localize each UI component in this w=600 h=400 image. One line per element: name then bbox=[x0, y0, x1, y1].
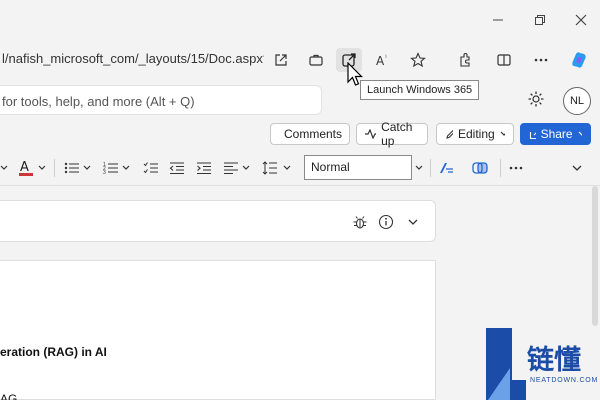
split-screen-icon[interactable] bbox=[491, 48, 517, 72]
comments-button[interactable]: Comments bbox=[270, 123, 350, 145]
expand-ribbon-chevron-icon[interactable] bbox=[572, 157, 582, 179]
style-chevron-down-icon[interactable] bbox=[412, 155, 426, 180]
open-in-new-icon[interactable] bbox=[268, 48, 294, 72]
align-chevron-icon[interactable] bbox=[242, 157, 250, 179]
svg-text:3: 3 bbox=[103, 170, 106, 175]
restore-icon[interactable] bbox=[530, 10, 550, 30]
font-color-chevron-icon[interactable] bbox=[38, 157, 46, 179]
share-button[interactable]: Share bbox=[520, 123, 591, 145]
info-bar bbox=[0, 200, 436, 242]
copilot-icon[interactable] bbox=[566, 48, 592, 72]
catch-up-button[interactable]: Catch up bbox=[356, 120, 428, 148]
editing-mode-button[interactable]: Editing bbox=[436, 123, 514, 145]
increase-indent-icon[interactable] bbox=[196, 157, 212, 179]
line-spacing-icon[interactable] bbox=[262, 157, 278, 179]
info-icon[interactable] bbox=[373, 210, 399, 234]
styles-pane-icon[interactable] bbox=[437, 157, 455, 179]
search-placeholder: for tools, help, and more (Alt + Q) bbox=[2, 94, 195, 109]
favorite-star-icon[interactable] bbox=[405, 48, 431, 72]
copilot-editor-icon[interactable] bbox=[471, 157, 489, 179]
mouse-cursor-icon bbox=[347, 61, 363, 93]
font-color-icon[interactable]: A bbox=[18, 157, 34, 179]
briefcase-icon[interactable] bbox=[303, 48, 329, 72]
document-page[interactable] bbox=[0, 260, 436, 400]
share-label: Share bbox=[540, 127, 573, 141]
more-options-icon[interactable] bbox=[528, 48, 554, 72]
url-field[interactable]: l/nafish_microsoft_com/_layouts/15/Doc.a… bbox=[2, 51, 264, 66]
line-spacing-chevron-icon[interactable] bbox=[283, 157, 291, 179]
divider bbox=[500, 159, 501, 177]
title-bar bbox=[0, 0, 600, 40]
ribbon-toolbar: A 123 Normal bbox=[0, 150, 600, 186]
search-input[interactable]: for tools, help, and more (Alt + Q) bbox=[0, 85, 322, 115]
dropdown-chevron-icon[interactable] bbox=[0, 157, 8, 179]
pencil-icon bbox=[446, 129, 453, 139]
divider bbox=[430, 159, 431, 177]
minimize-icon[interactable] bbox=[488, 10, 508, 30]
scrollbar[interactable] bbox=[592, 186, 598, 326]
pulse-icon bbox=[365, 129, 377, 139]
decrease-indent-icon[interactable] bbox=[169, 157, 185, 179]
avatar[interactable]: NL bbox=[563, 87, 591, 115]
settings-gear-icon[interactable] bbox=[527, 90, 545, 113]
document-text: AG bbox=[0, 392, 18, 400]
bullet-list-chevron-icon[interactable] bbox=[83, 157, 91, 179]
comments-label: Comments bbox=[284, 127, 343, 141]
read-aloud-icon[interactable]: A ⁾ bbox=[372, 48, 398, 72]
editing-label: Editing bbox=[457, 127, 495, 141]
watermark-brand: 链懂 bbox=[527, 345, 581, 376]
chevron-down-icon bbox=[500, 131, 505, 136]
catch-up-label: Catch up bbox=[381, 120, 413, 148]
divider bbox=[54, 159, 55, 177]
paragraph-style-select[interactable]: Normal bbox=[304, 155, 412, 180]
numbered-list-chevron-icon[interactable] bbox=[122, 157, 130, 179]
bug-icon[interactable] bbox=[347, 210, 373, 234]
align-icon[interactable] bbox=[223, 157, 239, 179]
share-icon bbox=[529, 132, 536, 140]
extensions-icon[interactable] bbox=[452, 48, 478, 72]
svg-text:⁾: ⁾ bbox=[385, 54, 387, 62]
collapse-chevron-icon[interactable] bbox=[400, 210, 426, 234]
document-heading: eration (RAG) in AI bbox=[0, 345, 107, 359]
chevron-down-icon bbox=[578, 131, 582, 136]
address-bar: l/nafish_microsoft_com/_layouts/15/Doc.a… bbox=[0, 40, 600, 80]
close-icon[interactable] bbox=[571, 10, 591, 30]
more-ribbon-options-icon[interactable] bbox=[508, 157, 524, 179]
svg-text:A: A bbox=[20, 160, 29, 175]
command-bar: Comments Catch up Editing Share bbox=[0, 118, 600, 150]
bullet-list-icon[interactable] bbox=[64, 157, 80, 179]
checklist-icon[interactable] bbox=[143, 157, 159, 179]
search-row: for tools, help, and more (Alt + Q) bbox=[0, 80, 600, 118]
numbered-list-icon[interactable]: 123 bbox=[103, 157, 119, 179]
tooltip: Launch Windows 365 bbox=[360, 80, 480, 100]
watermark-site: NEATDOWN.COM bbox=[530, 377, 599, 384]
svg-text:A: A bbox=[376, 54, 385, 67]
